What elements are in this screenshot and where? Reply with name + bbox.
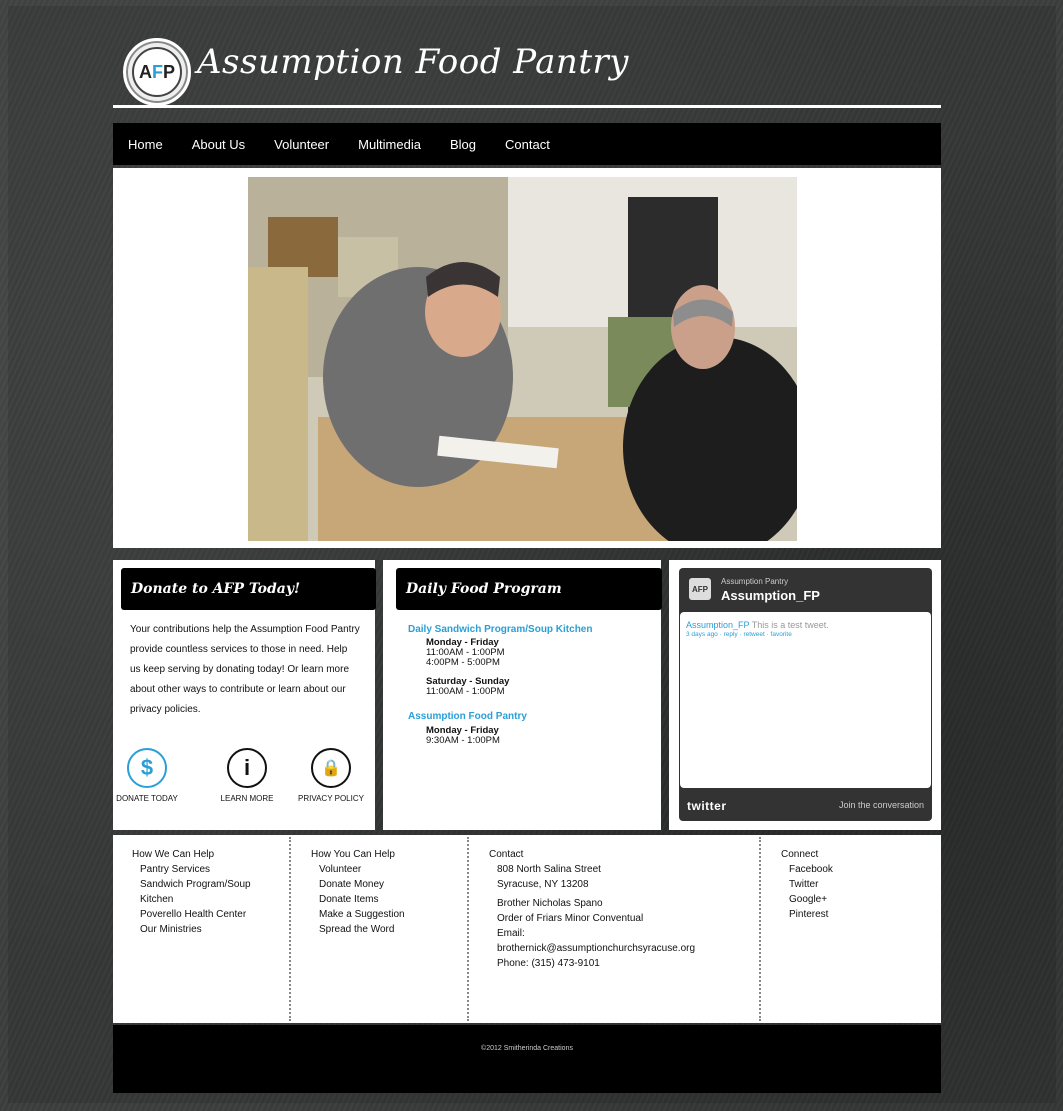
footer-link[interactable]: Donate Items [311,892,461,907]
connect-googleplus-link[interactable]: Google+ [781,892,921,907]
footer-divider [759,837,761,1021]
twitter-display-name[interactable]: Assumption Pantry [721,577,788,586]
site-title[interactable]: Assumption Food Pantry [197,42,629,82]
daily-food-title: Daily Food Program [396,568,662,610]
program-sandwich-weekend: Saturday - Sunday 11:00AM - 1:00PM [426,677,509,697]
twitter-widget: AFP Assumption Pantry Assumption_FP Assu… [679,568,932,821]
twitter-logo-icon[interactable]: twitter [687,799,727,813]
nav-volunteer[interactable]: Volunteer [274,137,329,152]
footer-divider [289,837,291,1021]
donate-panel: Donate to AFP Today! Your contributions … [113,560,376,830]
logo-mark: AFP [132,47,182,97]
lock-icon: 🔒 [311,748,351,788]
program-pantry-title: Assumption Food Pantry [408,711,527,722]
learn-more-button[interactable]: i LEARN MORE [213,748,281,803]
footer-col-connect: Connect Facebook Twitter Google+ Pintere… [781,835,921,1023]
hero-section [113,168,941,548]
program-pantry-hours: Monday - Friday 9:30AM - 1:00PM [426,726,500,746]
footer-heading: Connect [781,849,819,860]
tweet-actions[interactable]: 3 days ago · reply · retweet · favorite [686,631,792,638]
footer-heading: How You Can Help [311,849,395,860]
program-sandwich-weekday: Monday - Friday 11:00AM - 1:00PM 4:00PM … [426,638,505,668]
contact-phone: Phone: (315) 473-9101 [497,958,600,969]
hero-photo-illustration [248,177,797,541]
connect-facebook-link[interactable]: Facebook [781,862,921,877]
tweet-user[interactable]: Assumption_FP [686,620,749,630]
footer-links: How We Can Help Pantry Services Sandwich… [113,835,941,1023]
contact-address-2: Syracuse, NY 13208 [497,879,589,890]
footer-col-how-we-help: How We Can Help Pantry Services Sandwich… [132,835,282,1023]
weekday-time-2: 4:00PM - 5:00PM [426,657,500,668]
footer-link[interactable]: Donate Money [311,877,461,892]
pantry-time: 9:30AM - 1:00PM [426,735,500,746]
connect-pinterest-link[interactable]: Pinterest [781,907,921,922]
footer-link[interactable]: Make a Suggestion [311,907,461,922]
footer-link[interactable]: Spread the Word [311,922,461,937]
twitter-header: AFP Assumption Pantry Assumption_FP [679,568,932,612]
footer-link[interactable]: Poverello Health Center [132,907,282,922]
footer-heading: How We Can Help [132,849,215,860]
donate-today-button[interactable]: $ DONATE TODAY [113,748,181,803]
info-icon: i [227,748,267,788]
contact-order: Order of Friars Minor Conventual [497,913,644,924]
tweet: Assumption_FP This is a test tweet. [686,620,829,630]
contact-email-label: Email: [497,928,525,939]
header-divider [113,105,941,108]
site-header: AFP Assumption Food Pantry [113,30,941,110]
donate-text: Your contributions help the Assumption F… [130,624,360,715]
logo[interactable]: AFP [123,38,191,106]
daily-food-panel: Daily Food Program Daily Sandwich Progra… [383,560,662,830]
main-nav: Home About Us Volunteer Multimedia Blog … [113,123,941,165]
join-conversation-link[interactable]: Join the conversation [839,800,924,810]
contact-email[interactable]: brothernick@assumptionchurchsyracuse.org [489,941,769,956]
donate-today-label: DONATE TODAY [116,794,178,803]
twitter-footer: twitter Join the conversation [679,791,932,821]
footer-col-how-you-help: How You Can Help Volunteer Donate Money … [311,835,461,1023]
twitter-panel: AFP Assumption Pantry Assumption_FP Assu… [669,560,941,830]
copyright-bar: ©2012 Smitherinda Creations [113,1025,941,1093]
footer-link[interactable]: Pantry Services [132,862,282,877]
footer-link[interactable]: Volunteer [311,862,461,877]
privacy-policy-button[interactable]: 🔒 PRIVACY POLICY [293,748,369,803]
contact-address-1: 808 North Salina Street [497,864,601,875]
nav-contact[interactable]: Contact [505,137,550,152]
nav-blog[interactable]: Blog [450,137,476,152]
weekend-time: 11:00AM - 1:00PM [426,686,505,697]
program-sandwich-title: Daily Sandwich Program/Soup Kitchen [408,624,593,635]
donate-title: Donate to AFP Today! [121,568,376,610]
nav-about-us[interactable]: About Us [192,137,245,152]
twitter-feed[interactable]: Assumption_FP This is a test tweet. 3 da… [680,612,931,788]
hero-photo [248,177,797,541]
learn-more-label: LEARN MORE [220,794,274,803]
footer-link[interactable]: Sandwich Program/Soup Kitchen [132,877,282,907]
footer-link[interactable]: Our Ministries [132,922,282,937]
nav-home[interactable]: Home [128,137,163,152]
twitter-handle[interactable]: Assumption_FP [721,588,820,603]
footer-col-contact: Contact 808 North Salina Street Syracuse… [489,835,769,1023]
connect-twitter-link[interactable]: Twitter [781,877,921,892]
tweet-text: This is a test tweet. [751,620,829,630]
dollar-icon: $ [127,748,167,788]
nav-multimedia[interactable]: Multimedia [358,137,421,152]
contact-name: Brother Nicholas Spano [497,898,603,909]
footer-heading: Contact [489,849,524,860]
footer-divider [467,837,469,1021]
copyright-text: ©2012 Smitherinda Creations [481,1045,573,1052]
twitter-avatar[interactable]: AFP [689,578,711,600]
privacy-policy-label: PRIVACY POLICY [298,794,364,803]
